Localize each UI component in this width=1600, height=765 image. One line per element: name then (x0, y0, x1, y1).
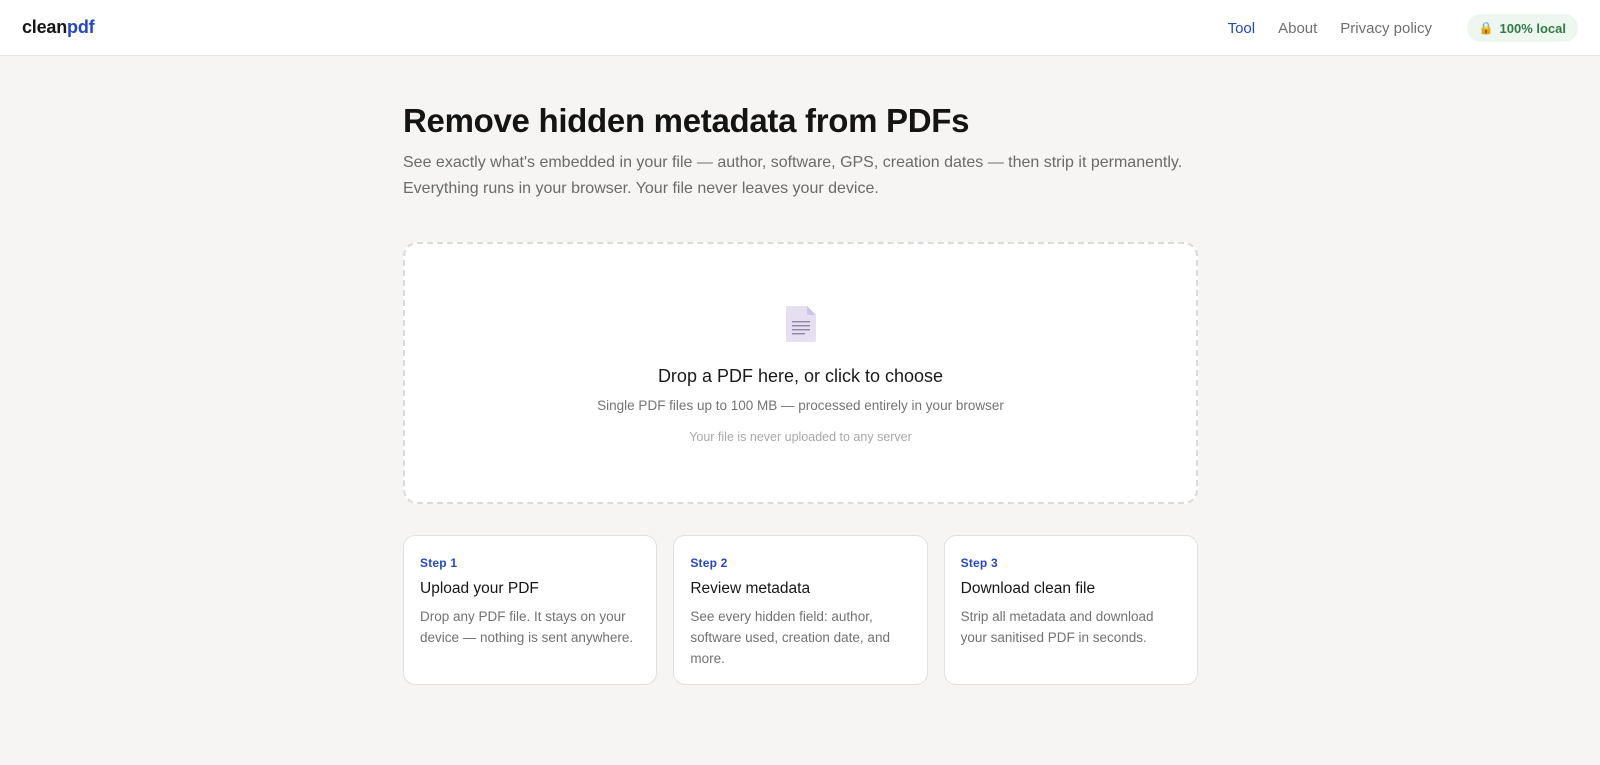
main-content: Remove hidden metadata from PDFs See exa… (403, 56, 1198, 685)
step-card-1: Step 1 Upload your PDF Drop any PDF file… (403, 535, 658, 685)
page-title: Remove hidden metadata from PDFs (403, 102, 970, 139)
dropzone-privacy-note: Your file is never uploaded to any serve… (689, 430, 912, 444)
step-title: Download clean file (960, 580, 1096, 597)
page-subtitle: See exactly what's embedded in your file… (403, 154, 1183, 197)
step-card-3: Step 3 Download clean file Strip all met… (943, 535, 1198, 685)
step-description: Strip all metadata and download your san… (960, 609, 1154, 645)
step-description: Drop any PDF file. It stays on your devi… (420, 609, 634, 645)
dropzone-subtitle: Single PDF files up to 100 MB — processe… (597, 398, 1004, 413)
local-badge: 🔒 100% local (1466, 14, 1578, 42)
dropzone-title: Drop a PDF here, or click to choose (657, 366, 944, 386)
lock-icon: 🔒 (1478, 21, 1494, 35)
logo-text-pdf: pdf (67, 17, 95, 37)
main-nav: Tool About Privacy policy (1228, 0, 1432, 56)
steps-section: Step 1 Upload your PDF Drop any PDF file… (403, 535, 1198, 685)
step-description: See every hidden field: author, software… (690, 609, 890, 666)
step-card-2: Step 2 Review metadata See every hidden … (673, 535, 928, 685)
pdf-file-icon (785, 306, 816, 342)
logo-text-clean: clean (22, 17, 68, 37)
local-badge-label: 100% local (1499, 20, 1567, 36)
step-title: Review metadata (690, 580, 811, 597)
step-label: Step 2 (690, 556, 728, 570)
step-title: Upload your PDF (420, 580, 539, 597)
nav-link-tool[interactable]: Tool (1228, 20, 1256, 37)
step-label: Step 3 (960, 556, 998, 570)
top-bar: cleanpdf Tool About Privacy policy 🔒 100… (0, 0, 1600, 56)
nav-link-privacy-policy[interactable]: Privacy policy (1340, 20, 1432, 37)
step-label: Step 1 (420, 556, 458, 570)
logo[interactable]: cleanpdf (22, 17, 95, 38)
pdf-dropzone[interactable]: Drop a PDF here, or click to choose Sing… (403, 242, 1198, 504)
nav-link-about[interactable]: About (1278, 20, 1317, 37)
